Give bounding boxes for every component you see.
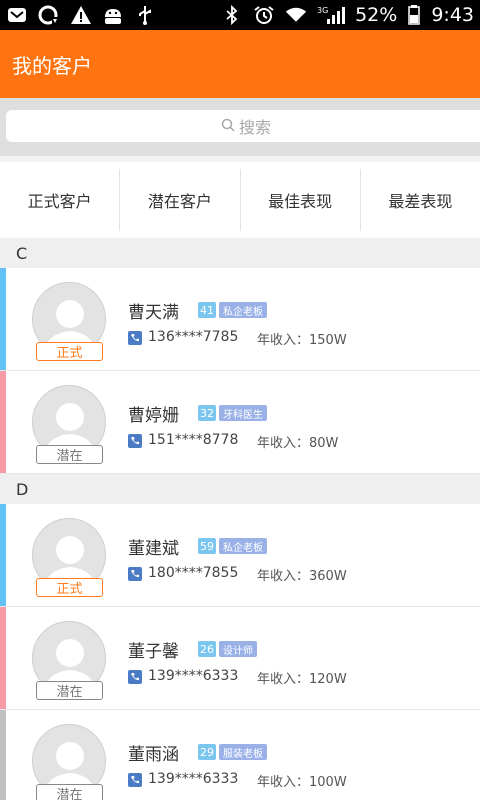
- income-value: 360W: [309, 569, 347, 584]
- phone-icon[interactable]: [128, 670, 142, 684]
- status-badge: 正式: [36, 578, 103, 597]
- income-value: 80W: [309, 436, 339, 451]
- warning-icon: [70, 5, 92, 25]
- section-header-d: D: [0, 474, 480, 504]
- age-badge: 41: [198, 302, 216, 318]
- customer-list: C 正式 曹天满 41 私企老板 136****7785 年收入：150W 潜在…: [0, 238, 480, 800]
- status-badge: 潜在: [36, 784, 103, 800]
- battery-percent: 52%: [355, 4, 398, 26]
- usb-icon: [134, 5, 156, 25]
- alarm-icon: [253, 5, 275, 25]
- phone-icon[interactable]: [128, 773, 142, 787]
- customer-row[interactable]: 潜在 董雨涵 29 服装老板 139****6333 年收入：100W: [0, 710, 480, 800]
- customer-name: 曹天满: [128, 303, 179, 323]
- tab-best-performance[interactable]: 最佳表现: [241, 169, 361, 231]
- row-edge-marker: [0, 710, 6, 800]
- occupation-badge: 私企老板: [219, 302, 267, 318]
- phone-icon[interactable]: [128, 567, 142, 581]
- customer-name: 董子馨: [128, 642, 179, 662]
- clock: 9:43: [431, 4, 474, 26]
- phone-number[interactable]: 180****7855: [148, 565, 238, 581]
- row-edge-marker: [0, 504, 6, 606]
- section-header-c: C: [0, 238, 480, 268]
- sync-icon: [38, 5, 60, 25]
- income-value: 150W: [309, 333, 347, 348]
- occupation-badge: 设计师: [219, 641, 257, 657]
- row-edge-marker: [0, 268, 6, 370]
- status-badge: 潜在: [36, 681, 103, 700]
- age-badge: 26: [198, 641, 216, 657]
- bluetooth-icon: [221, 5, 243, 25]
- occupation-badge: 私企老板: [219, 538, 267, 554]
- filter-tabs: 正式客户 潜在客户 最佳表现 最差表现: [0, 162, 480, 238]
- signal-icon: 3G: [317, 5, 346, 25]
- wifi-icon: [285, 5, 307, 25]
- customer-row[interactable]: 潜在 曹婷姗 32 牙科医生 151****8778 年收入：80W: [0, 371, 480, 474]
- customer-row[interactable]: 潜在 董子馨 26 设计师 139****6333 年收入：120W: [0, 607, 480, 710]
- income-label: 年收入：: [257, 775, 310, 790]
- annual-income: 年收入：360W: [257, 565, 347, 584]
- annual-income: 年收入：120W: [257, 668, 347, 687]
- row-edge-marker: [0, 607, 6, 709]
- status-bar-left: [6, 5, 156, 25]
- status-bar: 3G 52% 9:43: [0, 0, 480, 30]
- phone-number[interactable]: 151****8778: [148, 432, 238, 448]
- income-label: 年收入：: [257, 672, 310, 687]
- income-label: 年收入：: [257, 569, 310, 584]
- income-value: 100W: [309, 775, 347, 790]
- phone-icon[interactable]: [128, 434, 142, 448]
- search-icon: [221, 117, 235, 136]
- android-icon: [102, 5, 124, 25]
- customer-row[interactable]: 正式 曹天满 41 私企老板 136****7785 年收入：150W: [0, 268, 480, 371]
- annual-income: 年收入：150W: [257, 329, 347, 348]
- row-edge-marker: [0, 371, 6, 473]
- age-badge: 29: [198, 744, 216, 760]
- customer-row[interactable]: 正式 董建斌 59 私企老板 180****7855 年收入：360W: [0, 504, 480, 607]
- mail-icon: [6, 5, 28, 25]
- search-input[interactable]: 搜索: [6, 110, 480, 142]
- status-bar-right: 3G 52% 9:43: [221, 4, 474, 26]
- phone-number[interactable]: 136****7785: [148, 329, 238, 345]
- occupation-badge: 牙科医生: [219, 405, 267, 421]
- status-badge: 潜在: [36, 445, 103, 464]
- search-placeholder: 搜索: [238, 118, 271, 137]
- age-badge: 59: [198, 538, 216, 554]
- tab-potential-customers[interactable]: 潜在客户: [120, 169, 241, 231]
- customer-name: 曹婷姗: [128, 406, 179, 426]
- phone-number[interactable]: 139****6333: [148, 771, 238, 787]
- search-area: 搜索: [0, 98, 480, 156]
- annual-income: 年收入：100W: [257, 771, 347, 790]
- age-badge: 32: [198, 405, 216, 421]
- app-bar: 我的客户: [0, 30, 480, 98]
- annual-income: 年收入：80W: [257, 432, 338, 451]
- tab-formal-customers[interactable]: 正式客户: [0, 169, 121, 231]
- income-value: 120W: [309, 672, 347, 687]
- customer-name: 董雨涵: [128, 745, 179, 765]
- customer-name: 董建斌: [128, 539, 179, 559]
- income-label: 年收入：: [257, 436, 310, 451]
- page-title: 我的客户: [12, 53, 92, 78]
- income-label: 年收入：: [257, 333, 310, 348]
- phone-number[interactable]: 139****6333: [148, 668, 238, 684]
- battery-icon: [407, 5, 421, 25]
- tab-worst-performance[interactable]: 最差表现: [361, 169, 480, 231]
- occupation-badge: 服装老板: [219, 744, 267, 760]
- phone-icon[interactable]: [128, 331, 142, 345]
- svg-text:3G: 3G: [317, 6, 328, 15]
- status-badge: 正式: [36, 342, 103, 361]
